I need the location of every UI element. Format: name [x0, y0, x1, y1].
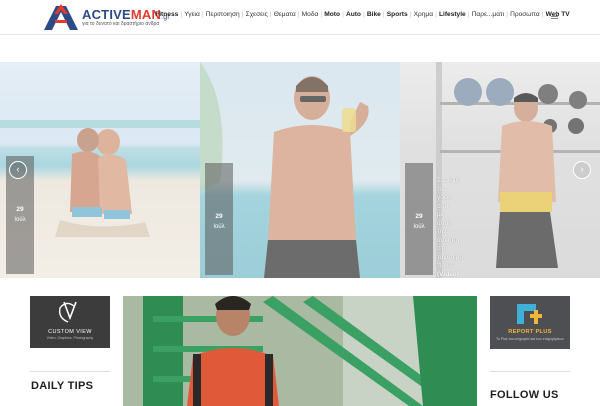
nav-item-2[interactable]: Περιποιηση — [204, 11, 242, 18]
slide-date-box: 29 Ιούλ — [205, 163, 233, 275]
slide-date-month: Ιούλ — [213, 224, 225, 230]
section-divider — [30, 371, 110, 372]
caption-video-tag: (Video) — [437, 270, 459, 278]
site-logo[interactable]: ACTIVEMAN.gr για το δυνατό και δραστήριο… — [42, 4, 170, 30]
slide-beach-couple[interactable]: 29 Ιούλ ‹ — [0, 62, 200, 278]
report-plus-ad[interactable]: REPORT PLUS Το Plus του επιχειρείν και τ… — [490, 296, 570, 349]
chevron-right-icon[interactable]: › — [573, 161, 591, 179]
caption-word: γοφό — [437, 194, 452, 201]
custom-view-ad[interactable]: CUSTOM VIEW Video. Graphics. Photography — [30, 296, 110, 348]
slide-date-month: Ιούλ — [14, 217, 26, 223]
feature-article-image[interactable] — [123, 296, 477, 406]
caption-word: άσκηση — [437, 236, 460, 244]
caption-word: τον — [437, 185, 447, 193]
follow-us-heading: FOLLOW US — [490, 389, 559, 401]
logo-tagline: για το δυνατό και δραστήριο άνδρα — [82, 21, 160, 27]
nav-item-4[interactable]: Θεματα — [272, 11, 298, 18]
slide-date-day: 29 — [16, 206, 24, 213]
nav-item-5[interactable]: Μοδα — [299, 11, 320, 18]
section-divider — [490, 371, 570, 372]
nav-item-11[interactable]: Lifestyle — [437, 11, 468, 18]
nav-item-3[interactable]: Σχεσεις — [243, 11, 270, 18]
nav-item-1[interactable]: Υγεια — [182, 11, 202, 18]
feature-photo — [123, 296, 477, 406]
report-plus-logo-icon — [517, 304, 542, 324]
site-header: ACTIVEMAN.gr για το δυνατό και δραστήριο… — [0, 0, 600, 35]
nav-item-12[interactable]: Παρε...ματι — [469, 11, 506, 18]
caption-word: Στενέψε — [437, 177, 460, 184]
featured-slider: 29 Ιούλ ‹ 29 Ιούλ 29 Ιούλ Στενέψε τον γο… — [0, 62, 600, 278]
custom-view-subtitle: Video. Graphics. Photography — [46, 336, 94, 340]
activeman-logo-icon — [44, 4, 78, 30]
nav-item-8[interactable]: Bike — [365, 11, 383, 18]
slide-caption[interactable]: Στενέψε τον γοφό σου με αυτή την άσκηση στο ταχύτ… — [437, 177, 471, 278]
nav-item-6[interactable]: Moto — [322, 11, 342, 18]
caption-word: αυτή — [437, 219, 451, 227]
slide-date-day: 29 — [415, 213, 423, 220]
nav-item-9[interactable]: Sports — [385, 11, 410, 18]
slide-date-box: 29 Ιούλ — [405, 163, 433, 275]
custom-view-label: CUSTOM VIEW — [48, 329, 92, 335]
slide-date-day: 29 — [215, 213, 223, 220]
report-plus-label: REPORT PLUS — [508, 329, 552, 335]
report-plus-subtitle: Το Plus του επιχειρείν και των επιχειρήσ… — [496, 337, 564, 341]
slide-gym-man[interactable]: 29 Ιούλ Στενέψε τον γοφό σου με αυτή την άσκηση… — [400, 62, 600, 278]
hamburger-icon[interactable] — [551, 13, 558, 19]
nav-item-13[interactable]: Προσωπα — [508, 11, 542, 18]
slide-date-month: Ιούλ — [413, 224, 425, 230]
caption-word: πάνω — [437, 262, 454, 269]
caption-word: ταχύτερο — [437, 253, 463, 261]
caption-word: στο — [437, 245, 448, 252]
nav-item-0[interactable]: Fitness — [153, 11, 180, 18]
caption-word: με — [437, 211, 444, 218]
nav-item-7[interactable]: Auto — [344, 11, 363, 18]
chevron-left-icon[interactable]: ‹ — [9, 161, 27, 179]
daily-tips-heading: DAILY TIPS — [31, 380, 94, 392]
slide-man-drinking[interactable]: 29 Ιούλ — [200, 62, 400, 278]
main-navigation: Fitness | Υγεια | Περιποιηση | Σχεσεις | Θεματα |… — [153, 11, 572, 18]
logo-word-active: ACTIVE — [82, 7, 131, 22]
nav-item-10[interactable]: Χρημα — [411, 11, 435, 18]
caption-word: την — [437, 228, 447, 235]
caption-word: σου — [437, 202, 449, 210]
custom-view-logo-icon — [58, 301, 77, 323]
